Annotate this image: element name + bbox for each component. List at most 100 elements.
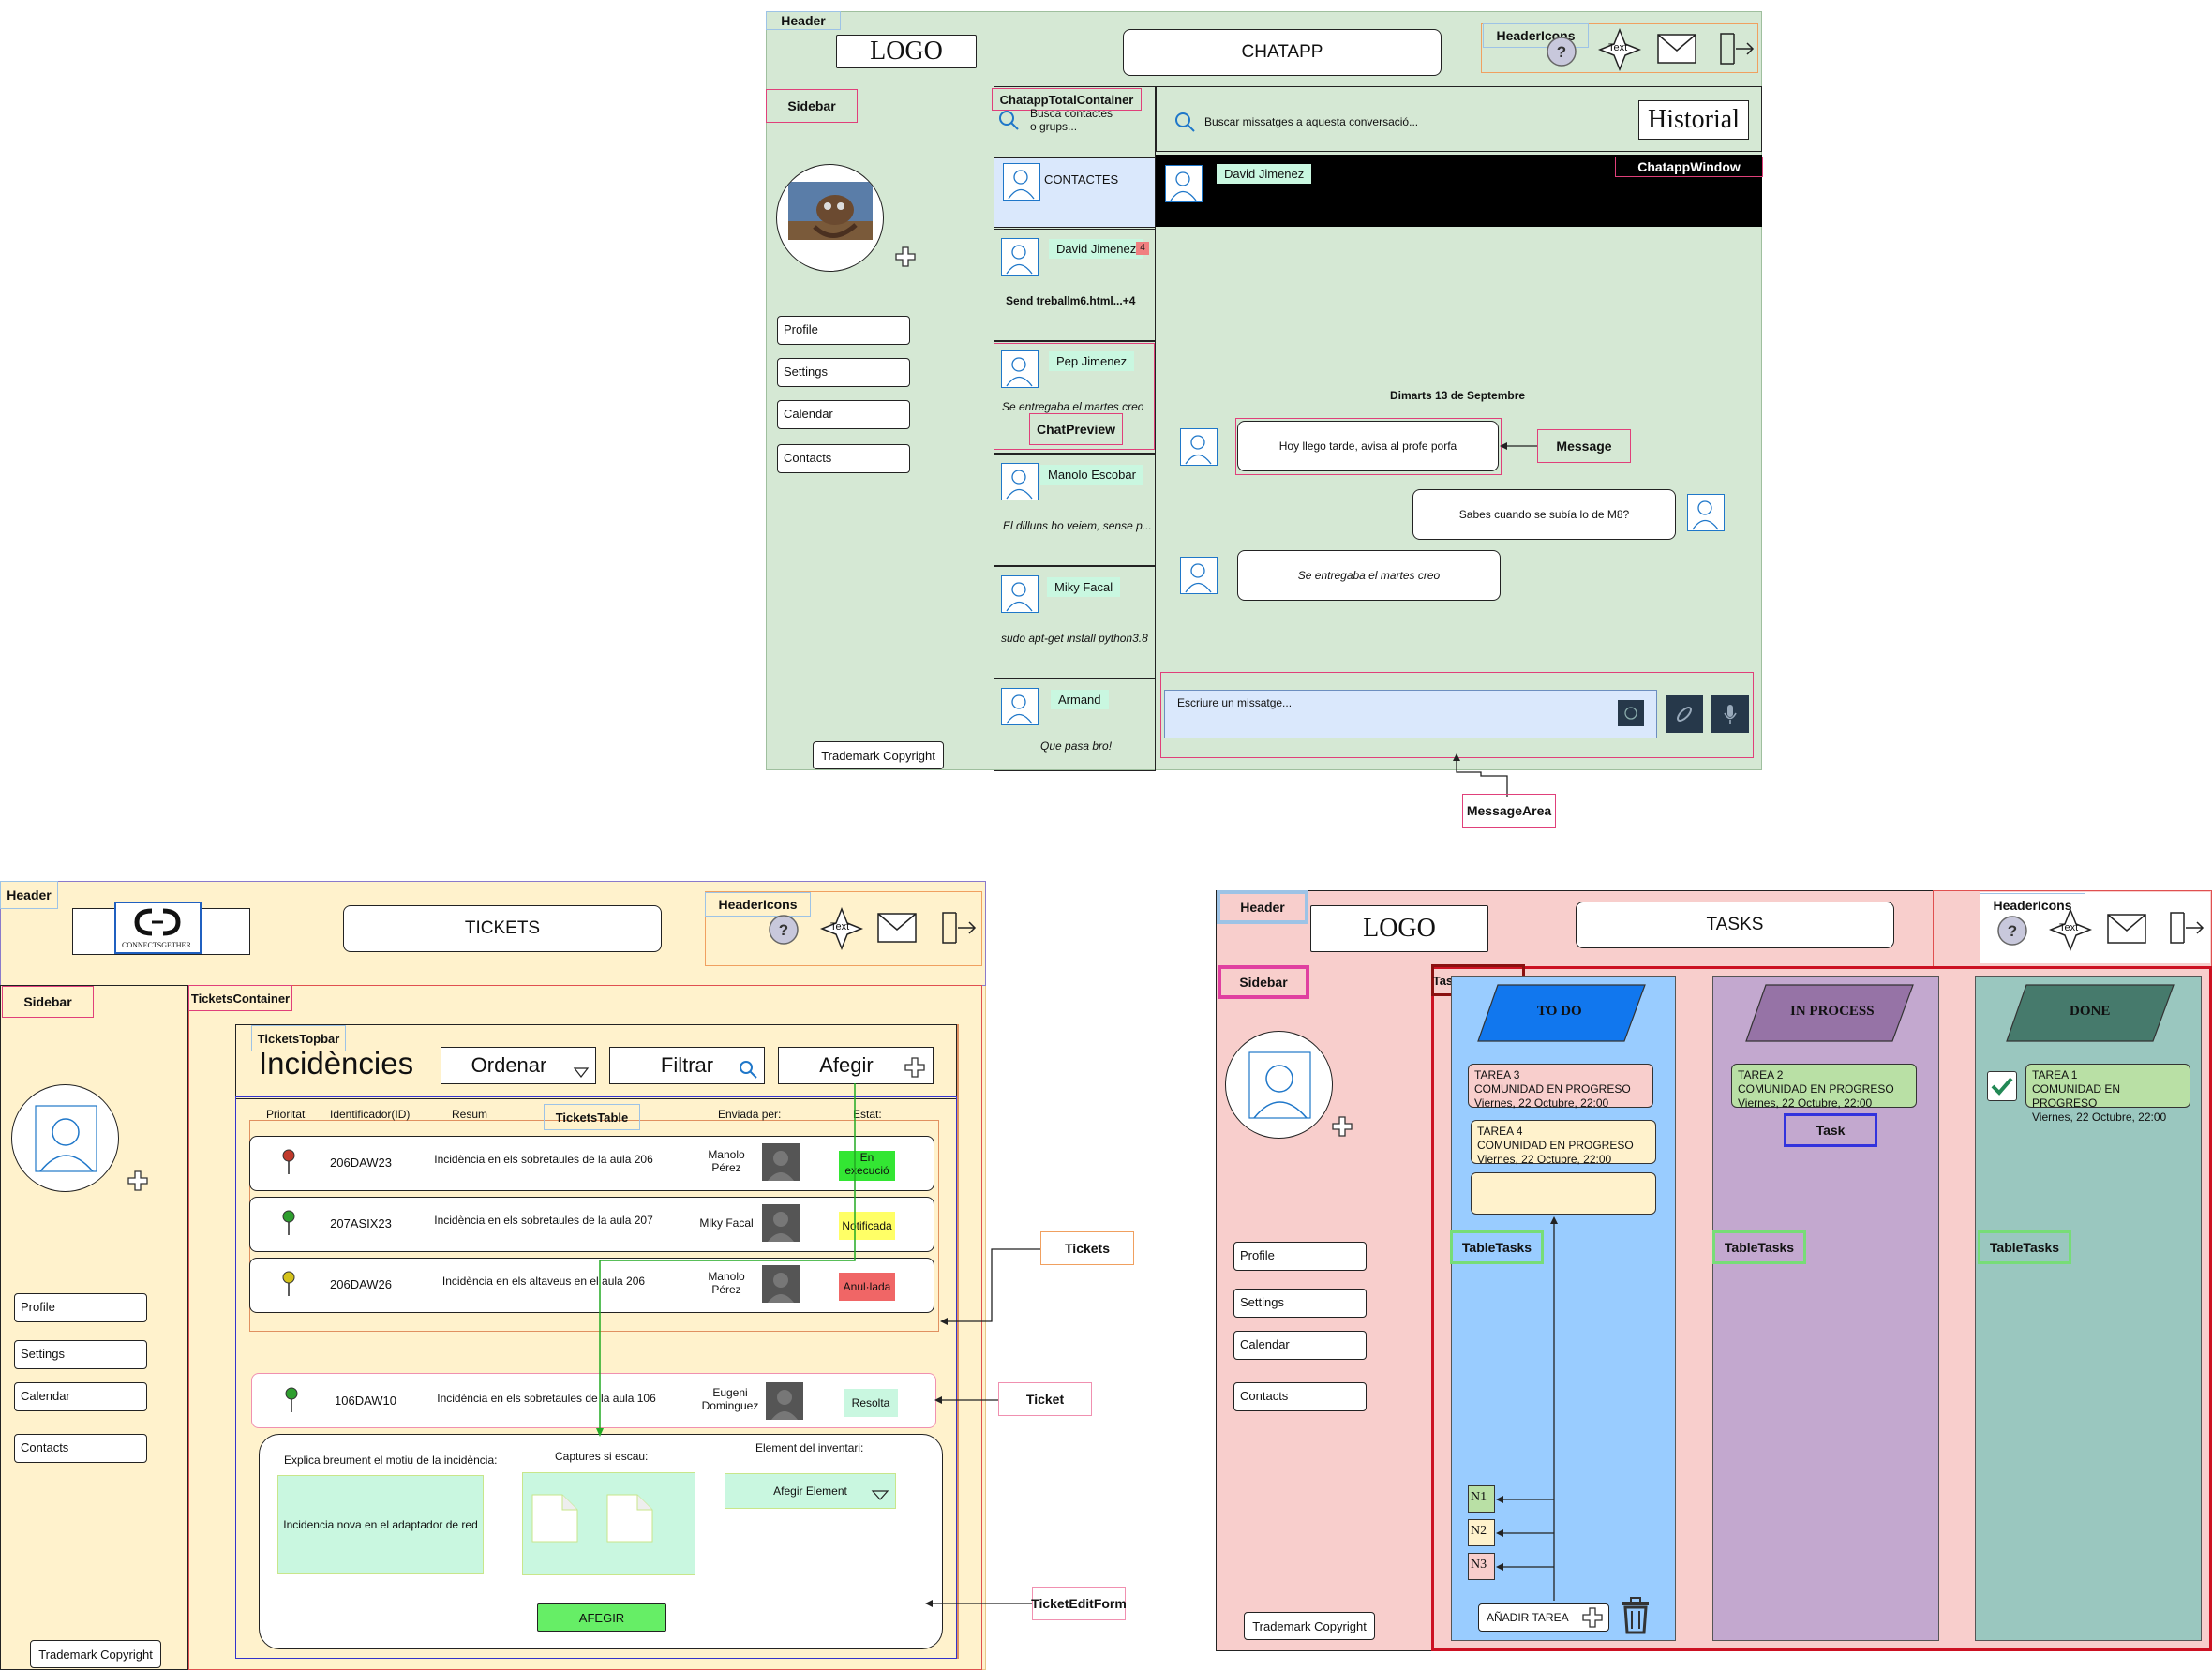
chatapp-copyright: Trademark Copyright bbox=[813, 741, 944, 769]
chatapp-sidebar-calendar[interactable]: Calendar bbox=[777, 400, 910, 429]
tasks-sidebar-calendar[interactable]: Calendar bbox=[1233, 1331, 1367, 1360]
help-icon[interactable]: ? bbox=[769, 915, 799, 945]
chevron-down-icon bbox=[871, 1490, 889, 1500]
contact-name: Manolo Escobar bbox=[1040, 465, 1143, 485]
chatapp-sidebar-profile[interactable]: Profile bbox=[777, 316, 910, 345]
tickets-logo: CONNECTSGETHER bbox=[114, 902, 202, 954]
mail-icon[interactable] bbox=[877, 913, 917, 943]
motiu-textarea[interactable]: Incidencia nova en el adaptador de red bbox=[277, 1475, 484, 1574]
message-avatar bbox=[1180, 557, 1218, 594]
text-star-icon[interactable]: Text bbox=[1597, 27, 1642, 72]
contacts-search-input[interactable]: Busca contactes o grups... bbox=[1030, 107, 1114, 133]
message-label: Message bbox=[1537, 429, 1631, 463]
tickets-sidebar-contacts[interactable]: Contacts bbox=[14, 1434, 147, 1463]
incidencies-heading: Incidències bbox=[259, 1046, 414, 1081]
priority-pin-icon bbox=[285, 1387, 298, 1412]
help-icon[interactable]: ? bbox=[1997, 916, 2027, 946]
logout-icon[interactable] bbox=[2167, 909, 2205, 947]
tickets-sidebar-calendar[interactable]: Calendar bbox=[14, 1382, 147, 1411]
message-bubble: Hoy llego tarde, avisa al profe porfa bbox=[1237, 421, 1499, 471]
tickets-logo-text: CONNECTSGETHER bbox=[122, 941, 191, 949]
contacts-search-icon[interactable] bbox=[997, 109, 1020, 131]
tasks-header-label: Header bbox=[1217, 890, 1308, 924]
historial-button[interactable]: Historial bbox=[1638, 100, 1749, 140]
add-icon bbox=[904, 1057, 925, 1078]
afegir-to-form-connector bbox=[596, 1083, 856, 1437]
afegir-label: Afegir bbox=[819, 1053, 874, 1077]
attach-icon[interactable] bbox=[1666, 695, 1703, 733]
tasks-sidebar-label: Sidebar bbox=[1218, 965, 1309, 999]
text-star-icon[interactable]: Text bbox=[2048, 907, 2093, 952]
mail-icon[interactable] bbox=[1657, 34, 1696, 64]
tasks-sidebar-profile[interactable]: Profile bbox=[1233, 1242, 1367, 1271]
filtrar-button[interactable]: Filtrar bbox=[609, 1047, 765, 1084]
task-card-todo[interactable]: TAREA 3 COMUNIDAD EN PROGRESO Viernes, 2… bbox=[1468, 1064, 1653, 1110]
tasks-logo: LOGO bbox=[1310, 905, 1488, 952]
ordenar-button[interactable]: Ordenar bbox=[441, 1047, 596, 1084]
tickets-title: TICKETS bbox=[343, 905, 662, 952]
tickets-sidebar-profile[interactable]: Profile bbox=[14, 1293, 147, 1322]
chatapp-sidebar-label: Sidebar bbox=[766, 89, 858, 123]
add-profile-icon[interactable] bbox=[127, 1170, 148, 1191]
tickets-sidebar-settings[interactable]: Settings bbox=[14, 1340, 147, 1369]
task-date: Viernes, 22 Octubre, 22:00 bbox=[1477, 1153, 1612, 1166]
text-star-label: Text bbox=[2059, 922, 2079, 933]
mail-icon[interactable] bbox=[2107, 914, 2146, 944]
microphone-icon[interactable] bbox=[1711, 695, 1749, 733]
chatapp-sidebar-settings[interactable]: Settings bbox=[777, 358, 910, 387]
tasks-sidebar-contacts[interactable]: Contacts bbox=[1233, 1382, 1367, 1411]
logout-icon[interactable] bbox=[939, 909, 977, 947]
add-profile-icon[interactable] bbox=[1332, 1116, 1353, 1137]
message-bubble-sent: Sabes cuando se subía lo de M8? bbox=[1412, 489, 1676, 540]
task-title: TAREA 1 bbox=[2032, 1068, 2078, 1081]
tickets-header-icons-label: HeaderIcons bbox=[705, 892, 811, 917]
add-icon bbox=[1582, 1607, 1603, 1628]
unread-badge: 4 bbox=[1136, 242, 1149, 255]
logout-icon[interactable] bbox=[1717, 30, 1755, 67]
chatapp-sidebar-contacts[interactable]: Contacts bbox=[777, 444, 910, 473]
priority-n3: N3 bbox=[1468, 1553, 1495, 1580]
contact-avatar bbox=[1001, 238, 1039, 276]
tickets-profile-avatar[interactable] bbox=[11, 1084, 119, 1192]
element-label: Element del inventari: bbox=[755, 1441, 864, 1454]
text-star-label: Text bbox=[830, 921, 850, 932]
message-avatar-self bbox=[1687, 494, 1725, 531]
chatapp-header-label: Header bbox=[766, 11, 841, 30]
afegir-submit-button[interactable]: AFEGIR bbox=[537, 1603, 666, 1632]
task-card-todo[interactable]: TAREA 4 COMUNIDAD EN PROGRESO Viernes, 2… bbox=[1471, 1120, 1656, 1166]
priority-n2: N2 bbox=[1468, 1519, 1495, 1546]
contacts-header-label: CONTACTES bbox=[1044, 172, 1119, 186]
task-title: TAREA 2 bbox=[1738, 1068, 1784, 1081]
task-card-empty[interactable] bbox=[1471, 1172, 1656, 1215]
add-task-button[interactable]: AÑADIR TAREA bbox=[1478, 1603, 1609, 1632]
add-profile-icon[interactable] bbox=[895, 246, 916, 267]
chevron-down-icon bbox=[573, 1067, 590, 1078]
messages-search-input[interactable]: Buscar missatges a aquesta conversació..… bbox=[1204, 115, 1418, 128]
task-date: Viernes, 22 Octubre, 22:00 bbox=[2032, 1111, 2167, 1124]
checkbox-checked-icon[interactable] bbox=[1987, 1071, 2017, 1101]
tickets-connector bbox=[940, 1248, 1040, 1325]
chatapp-logo: LOGO bbox=[836, 35, 977, 68]
tasks-profile-avatar[interactable] bbox=[1225, 1031, 1333, 1139]
priority-legend-arrows bbox=[1496, 1216, 1558, 1601]
element-select[interactable]: Afegir Element bbox=[725, 1473, 896, 1509]
task-card-done[interactable]: TAREA 1 COMUNIDAD EN PROGRESO Viernes, 2… bbox=[2025, 1064, 2190, 1124]
tasks-sidebar-settings[interactable]: Settings bbox=[1233, 1289, 1367, 1318]
edit-form-annotation-label: TicketEditForm bbox=[1031, 1587, 1127, 1620]
contact-name: David Jimenez bbox=[1049, 239, 1144, 259]
afegir-button[interactable]: Afegir bbox=[778, 1047, 934, 1084]
contact-name: Pep Jimenez bbox=[1049, 351, 1135, 371]
task-card-inprocess[interactable]: TAREA 2 COMUNIDAD EN PROGRESO Viernes, 2… bbox=[1731, 1064, 1917, 1110]
messages-search-icon[interactable] bbox=[1173, 111, 1196, 133]
chatapp-title: CHATAPP bbox=[1123, 29, 1442, 76]
trash-icon[interactable] bbox=[1620, 1597, 1652, 1634]
chatapp-profile-avatar[interactable] bbox=[776, 164, 884, 272]
column-id: Identificador(ID) bbox=[330, 1108, 411, 1121]
text-star-icon[interactable]: Text bbox=[819, 906, 864, 951]
message-avatar bbox=[1180, 428, 1218, 466]
priority-n1: N1 bbox=[1468, 1485, 1495, 1513]
task-title: TAREA 3 bbox=[1474, 1068, 1520, 1081]
help-icon[interactable]: ? bbox=[1547, 37, 1577, 67]
emoji-icon[interactable] bbox=[1618, 700, 1644, 726]
ordenar-label: Ordenar bbox=[471, 1053, 547, 1077]
